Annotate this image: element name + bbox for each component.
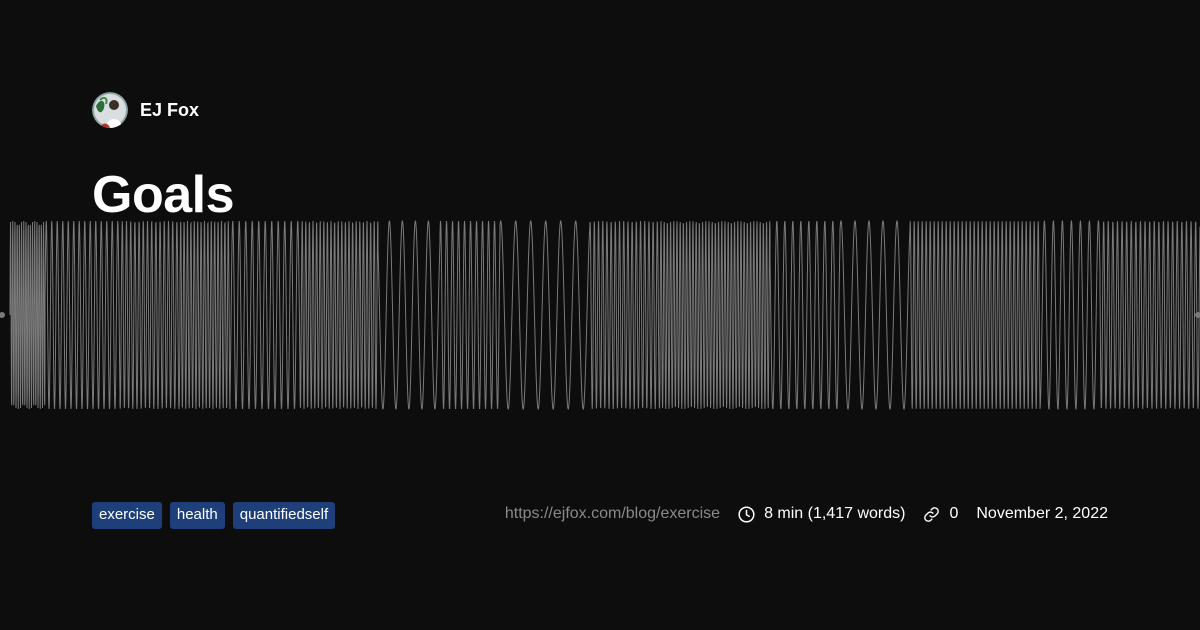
post-meta: https://ejfox.com/blog/exercise 8 min (1… (505, 502, 1108, 526)
link-icon (924, 506, 940, 522)
waveform-right-dot (1195, 312, 1200, 318)
reading-time-text: 8 min (1,417 words) (764, 505, 906, 522)
tag-list: exercise health quantifiedself (92, 502, 336, 529)
avatar (92, 92, 128, 128)
author-name: EJ Fox (140, 99, 200, 120)
link-count-text: 0 (949, 505, 959, 522)
tag-exercise[interactable]: exercise (92, 502, 162, 529)
post-url[interactable]: https://ejfox.com/blog/exercise (505, 505, 720, 523)
author-byline: EJ Fox (92, 92, 199, 128)
waveform-graphic (0, 219, 1200, 411)
link-count: 0 (923, 505, 958, 523)
waveform-line (9, 219, 1200, 411)
waveform-left-dot (0, 312, 5, 318)
tag-health[interactable]: health (169, 502, 225, 529)
reading-time: 8 min (1,417 words) (738, 505, 905, 523)
tag-quantifiedself[interactable]: quantifiedself (232, 502, 336, 529)
clock-icon (738, 505, 755, 523)
post-date: November 2, 2022 (976, 505, 1108, 522)
